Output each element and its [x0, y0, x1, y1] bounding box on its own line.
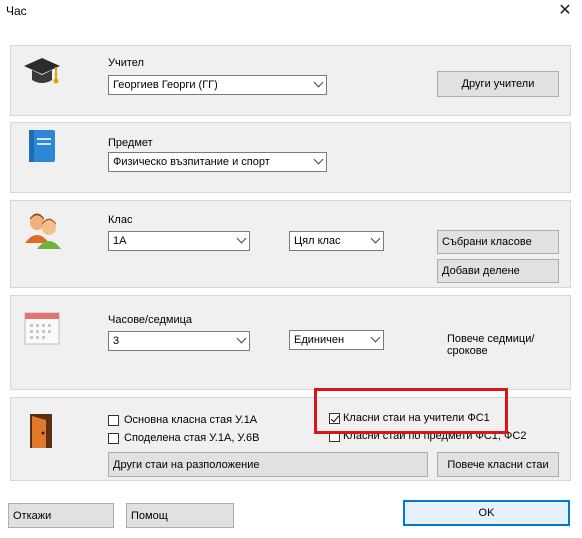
teacher-value: Георгиев Георги (ГГ)	[113, 79, 218, 91]
shared-room-label: Споделена стая У.1А, У.6В	[124, 432, 260, 444]
hours-mode-value: Единичен	[294, 334, 345, 346]
students-icon	[25, 213, 61, 249]
chevron-down-icon	[370, 233, 381, 244]
class-label: Клас	[108, 214, 133, 226]
subject-group: Предмет Физическо възпитание и спорт	[10, 122, 571, 193]
close-icon[interactable]: ✕	[555, 2, 575, 20]
chevron-down-icon	[236, 333, 247, 344]
chevron-down-icon	[236, 233, 247, 244]
chevron-down-icon	[370, 332, 381, 343]
hours-mode-select[interactable]: Единичен	[289, 330, 384, 350]
ok-button[interactable]: OK	[403, 500, 570, 526]
teacher-select[interactable]: Георгиев Георги (ГГ)	[108, 75, 327, 95]
class-value: 1А	[113, 235, 127, 247]
other-teachers-button[interactable]: Други учители	[437, 71, 559, 97]
add-split-button[interactable]: Добави делене	[437, 259, 559, 283]
class-group: Клас 1А Цял клас Събрани класове Добави …	[10, 200, 571, 288]
subject-label: Предмет	[108, 137, 153, 149]
hours-select[interactable]: 3	[108, 331, 250, 351]
cancel-button[interactable]: Откажи	[8, 503, 114, 528]
chevron-down-icon	[313, 154, 324, 165]
teacher-group: Учител Георгиев Георги (ГГ) Други учител…	[10, 45, 571, 116]
highlight-box	[314, 388, 508, 434]
class-select[interactable]: 1А	[108, 231, 250, 251]
chevron-down-icon	[313, 77, 324, 88]
more-weeks-link[interactable]: Повече седмици/срокове	[447, 333, 570, 357]
calendar-icon	[24, 312, 60, 345]
door-icon	[30, 414, 52, 448]
graduation-cap-icon	[24, 58, 60, 84]
main-room-label: Основна класна стая У.1А	[124, 414, 258, 426]
shared-room-checkbox[interactable]	[108, 433, 119, 444]
subject-select[interactable]: Физическо възпитание и спорт	[108, 152, 327, 172]
class-scope-select[interactable]: Цял клас	[289, 231, 384, 251]
help-button[interactable]: Помощ	[126, 503, 234, 528]
class-scope-value: Цял клас	[294, 235, 341, 247]
main-room-checkbox[interactable]	[108, 415, 119, 426]
book-icon	[29, 130, 55, 162]
hours-label: Часове/седмица	[108, 314, 193, 326]
other-rooms-button[interactable]: Други стаи на разположение	[108, 452, 428, 477]
hours-group: Часове/седмица 3 Единичен Повече седмици…	[10, 295, 571, 390]
subject-value: Физическо възпитание и спорт	[113, 156, 270, 168]
more-rooms-button[interactable]: Повече класни стаи	[437, 452, 559, 477]
merged-classes-button[interactable]: Събрани класове	[437, 230, 559, 254]
teacher-label: Учител	[108, 57, 144, 69]
hours-value: 3	[113, 335, 120, 347]
window-title: Час	[6, 4, 27, 18]
